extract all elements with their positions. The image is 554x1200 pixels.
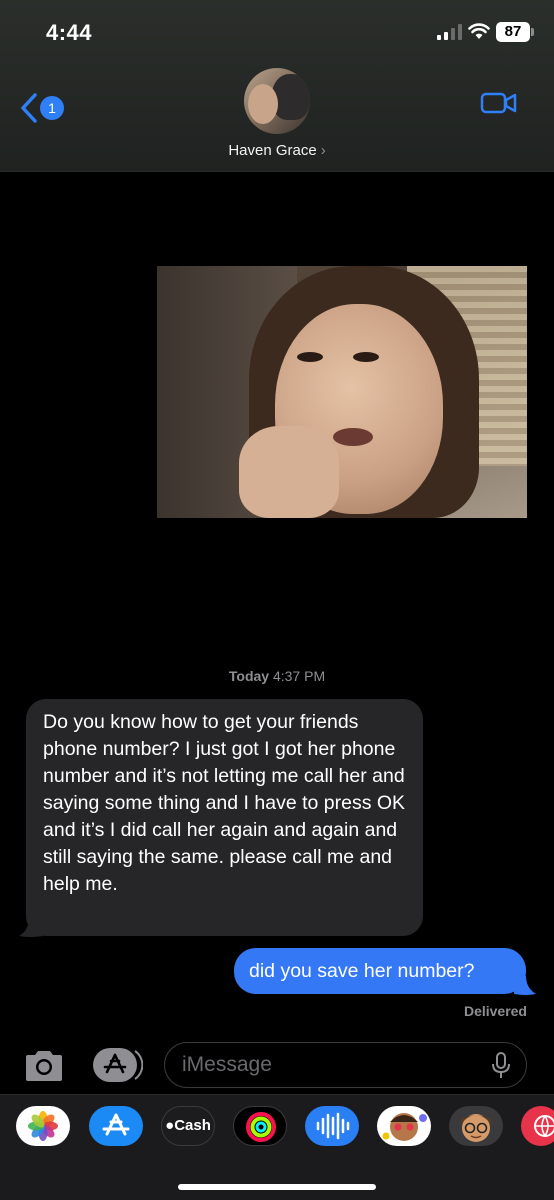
imessage-input[interactable] — [164, 1042, 527, 1088]
contact-avatar[interactable] — [244, 68, 310, 134]
memoji-stickers-icon — [382, 1113, 427, 1141]
app-drawer: ●Cash — [0, 1094, 554, 1200]
fitness-icon — [246, 1112, 276, 1142]
apple-logo-icon: ● — [165, 1117, 175, 1134]
back-button[interactable]: 1 — [20, 88, 70, 128]
outgoing-message[interactable]: did you save her number? — [234, 948, 526, 994]
avatar-face — [248, 84, 278, 124]
apple-cash-app-button[interactable]: ●Cash — [161, 1106, 215, 1146]
cellular-signal-icon — [437, 24, 462, 40]
back-chevron-icon — [21, 93, 37, 123]
app-store-app-button[interactable] — [89, 1106, 143, 1146]
avatar-dog — [272, 74, 310, 120]
photo-eye — [353, 352, 379, 362]
photo-hand — [239, 426, 339, 518]
app-store-button[interactable] — [93, 1048, 144, 1082]
unread-badge: 1 — [40, 96, 64, 120]
battery-icon: 87 — [496, 22, 530, 42]
memoji-stickers-app-button[interactable] — [377, 1106, 431, 1146]
timestamp-day: Today — [228, 668, 270, 684]
fitness-app-button[interactable] — [233, 1106, 287, 1146]
contact-name: Haven Grace — [228, 142, 317, 159]
web-icon — [534, 1115, 554, 1137]
memoji-app-button[interactable] — [449, 1106, 503, 1146]
app-store-icon — [102, 1113, 130, 1136]
incoming-message[interactable]: Do you know how to get your friends phon… — [26, 699, 423, 936]
apple-cash-label: Cash — [174, 1117, 211, 1134]
outgoing-bubble-tail — [514, 976, 536, 995]
microphone-icon[interactable] — [491, 1052, 511, 1080]
home-indicator — [178, 1184, 376, 1190]
incoming-bubble-tail — [19, 918, 43, 937]
photo-mouth — [333, 428, 373, 446]
timestamp-time: 4:37 PM — [272, 668, 326, 684]
video-camera-icon[interactable] — [480, 90, 518, 116]
wifi-icon — [468, 23, 490, 39]
contact-name-button[interactable]: Haven Grace › — [0, 142, 554, 159]
photo-message[interactable] — [157, 266, 527, 518]
chevron-right-icon: › — [320, 142, 326, 159]
audio-message-app-button[interactable] — [305, 1106, 359, 1146]
camera-icon[interactable] — [23, 1048, 65, 1084]
photos-app-button[interactable] — [16, 1106, 70, 1146]
photos-icon — [28, 1111, 58, 1141]
delivery-status: Delivered — [463, 1003, 527, 1019]
audio-message-icon — [316, 1112, 350, 1140]
memoji-icon — [461, 1114, 491, 1142]
web-app-button[interactable] — [521, 1106, 554, 1146]
status-time: 4:44 — [46, 20, 93, 45]
photo-eye — [297, 352, 323, 362]
message-timestamp: Today 4:37 PM — [0, 668, 554, 684]
app-store-icon — [93, 1048, 144, 1082]
battery-tip — [531, 28, 534, 36]
conversation-header: 4:44 87 1 Haven Grace › — [0, 0, 554, 172]
